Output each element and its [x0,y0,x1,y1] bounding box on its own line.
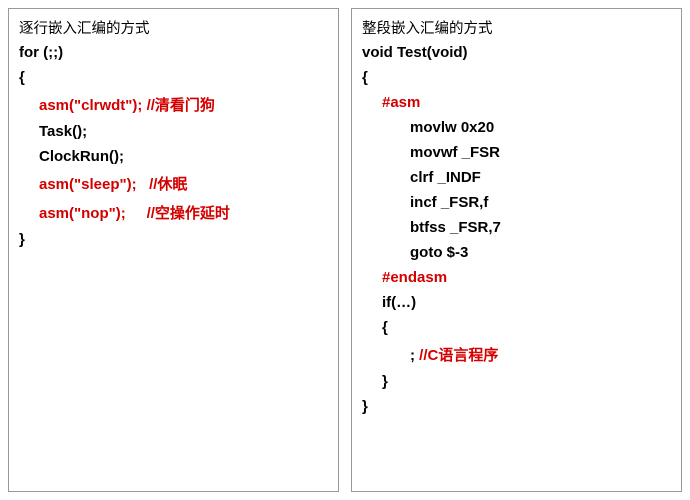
right-line-if-brace-open: { [362,319,671,336]
left-line-task: Task(); [19,123,328,140]
code-asm-nop: asm("nop"); [39,205,147,222]
code-asm-sleep: asm("sleep"); [39,176,149,193]
left-line-clockrun: ClockRun(); [19,148,328,165]
right-line-asm-begin: #asm [362,94,671,111]
left-line-clrwdt: asm("clrwdt"); //清看门狗 [19,94,328,115]
right-line-void: void Test(void) [362,44,671,61]
left-line-nop: asm("nop"); //空操作延时 [19,202,328,223]
comment-sleep: //休眠 [149,176,187,193]
code-asm-clrwdt: asm("clrwdt"); [39,97,147,114]
right-line-btfss: btfss _FSR,7 [362,219,671,236]
left-line-for: for (;;) [19,44,328,61]
right-line-movlw: movlw 0x20 [362,119,671,136]
right-title: 整段嵌入汇编的方式 [362,17,671,38]
left-panel: 逐行嵌入汇编的方式 for (;;) { asm("clrwdt"); //清看… [8,8,339,492]
left-line-brace-close: } [19,231,328,248]
right-line-movwf: movwf _FSR [362,144,671,161]
right-line-endasm: #endasm [362,269,671,286]
right-line-if-brace-close: } [362,373,671,390]
comment-clrwdt: //清看门狗 [147,97,215,114]
left-line-brace-open: { [19,69,328,86]
right-line-goto: goto $-3 [362,244,671,261]
right-line-clrf: clrf _INDF [362,169,671,186]
comment-nop: //空操作延时 [147,205,230,222]
right-line-c-comment: ; //C语言程序 [362,344,671,365]
right-panel: 整段嵌入汇编的方式 void Test(void) { #asm movlw 0… [351,8,682,492]
right-line-incf: incf _FSR,f [362,194,671,211]
semicolon: ; [410,347,419,364]
code-panels: 逐行嵌入汇编的方式 for (;;) { asm("clrwdt"); //清看… [8,8,682,492]
right-line-brace-close: } [362,398,671,415]
left-line-sleep: asm("sleep"); //休眠 [19,173,328,194]
comment-c-program: //C语言程序 [419,347,498,364]
left-title: 逐行嵌入汇编的方式 [19,17,328,38]
right-line-if: if(…) [362,294,671,311]
right-line-brace-open: { [362,69,671,86]
